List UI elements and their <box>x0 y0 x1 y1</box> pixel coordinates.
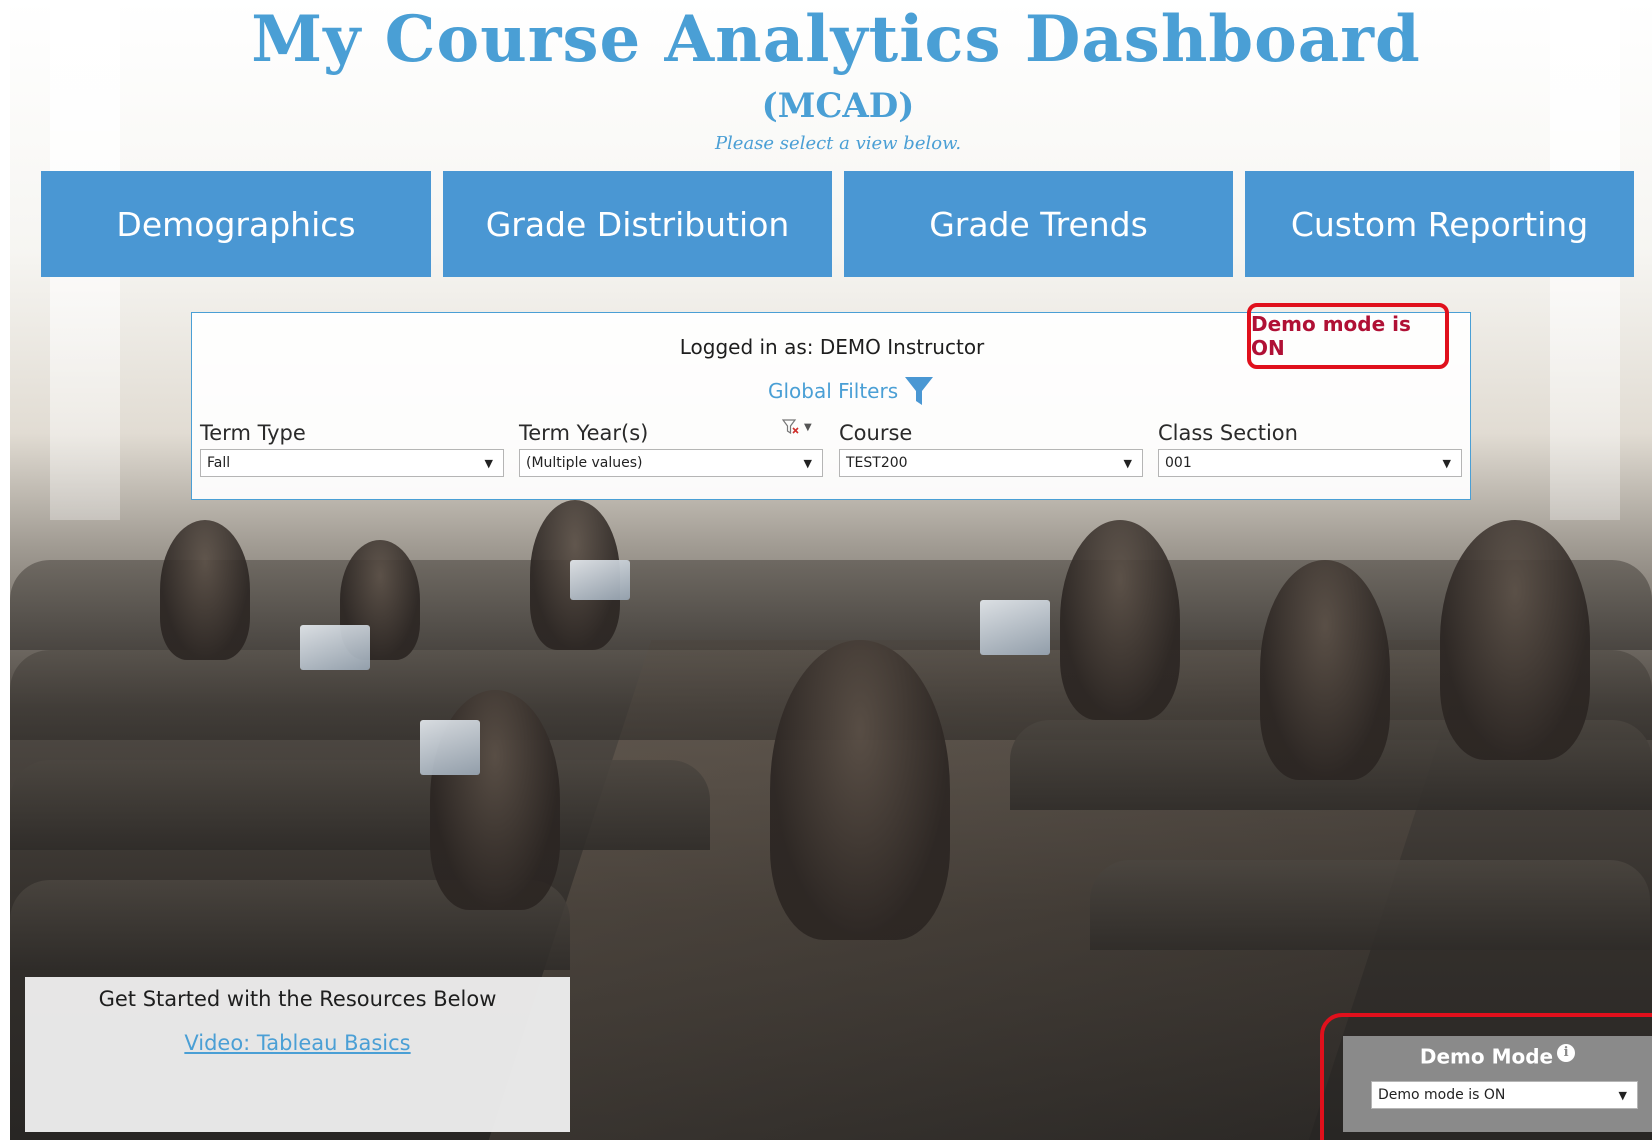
view-instruction: Please select a view below. <box>714 133 962 154</box>
page-subtitle: (MCAD) <box>761 86 915 126</box>
dropdown-value: TEST200 <box>846 455 908 471</box>
nav-tile-demographics[interactable]: Demographics <box>41 171 431 277</box>
background-laptop <box>300 625 370 670</box>
resources-heading: Get Started with the Resources Below <box>98 987 497 1011</box>
page-title: My Course Analytics Dashboard <box>251 2 1421 77</box>
background-desk-row <box>10 760 710 850</box>
global-filter-panel: Logged in as: DEMO Instructor Global Fil… <box>191 303 1471 500</box>
chevron-down-icon: ▼ <box>803 456 812 470</box>
background-person <box>770 640 950 940</box>
background-person <box>1440 520 1590 760</box>
course-dropdown[interactable]: TEST200 ▼ <box>839 449 1143 477</box>
background-person <box>160 520 250 660</box>
filter-class-section: Class Section 001 ▼ <box>1158 419 1462 477</box>
chevron-down-icon: ▼ <box>1442 456 1451 470</box>
dropdown-value: Demo mode is ON <box>1378 1087 1506 1103</box>
term-type-dropdown[interactable]: Fall ▼ <box>200 449 504 477</box>
dropdown-value: (Multiple values) <box>526 455 643 471</box>
filter-term-years: Term Year(s) (Multiple values) ▼ <box>519 419 823 477</box>
filter-label: Class Section <box>1158 421 1298 445</box>
nav-tile-grade-distribution[interactable]: Grade Distribution <box>443 171 832 277</box>
background-laptop <box>980 600 1050 655</box>
demo-mode-panel: Demo Mode i Demo mode is ON ▼ <box>1343 1036 1652 1132</box>
resources-panel: Get Started with the Resources Below Vid… <box>25 977 570 1132</box>
chevron-down-icon: ▼ <box>484 456 493 470</box>
demo-status-badge: Demo mode is ON <box>1247 303 1449 369</box>
nav-tile-grade-trends[interactable]: Grade Trends <box>844 171 1233 277</box>
background-desk-row <box>10 560 1652 650</box>
info-icon[interactable]: i <box>1557 1044 1576 1062</box>
filter-label: Term Year(s) <box>519 421 649 445</box>
chevron-down-icon: ▼ <box>1618 1088 1627 1102</box>
filter-label: Term Type <box>200 421 306 445</box>
funnel-icon <box>905 377 934 405</box>
global-filters-heading: Global Filters <box>768 375 934 407</box>
dropdown-value: 001 <box>1165 455 1192 471</box>
nav-tile-custom-reporting[interactable]: Custom Reporting <box>1245 171 1634 277</box>
background-person <box>1060 520 1180 720</box>
term-years-dropdown[interactable]: (Multiple values) ▼ <box>519 449 823 477</box>
background-laptop <box>570 560 630 600</box>
chevron-down-icon: ▼ <box>1123 456 1132 470</box>
demo-mode-title: Demo Mode <box>1419 1044 1554 1069</box>
demo-mode-heading: Demo Mode i <box>1343 1044 1652 1069</box>
tableau-basics-video-link[interactable]: Video: Tableau Basics <box>184 1031 410 1055</box>
filter-label: Course <box>839 421 913 445</box>
dropdown-value: Fall <box>207 455 231 471</box>
class-section-dropdown[interactable]: 001 ▼ <box>1158 449 1462 477</box>
global-filters-label: Global Filters <box>768 379 899 403</box>
demo-mode-dropdown[interactable]: Demo mode is ON ▼ <box>1371 1081 1638 1109</box>
background-person <box>1260 560 1390 780</box>
filter-course: Course TEST200 ▼ <box>839 419 1143 477</box>
background-desk-row <box>1090 860 1650 950</box>
filter-term-type: Term Type Fall ▼ <box>200 419 504 477</box>
background-laptop <box>420 720 480 775</box>
